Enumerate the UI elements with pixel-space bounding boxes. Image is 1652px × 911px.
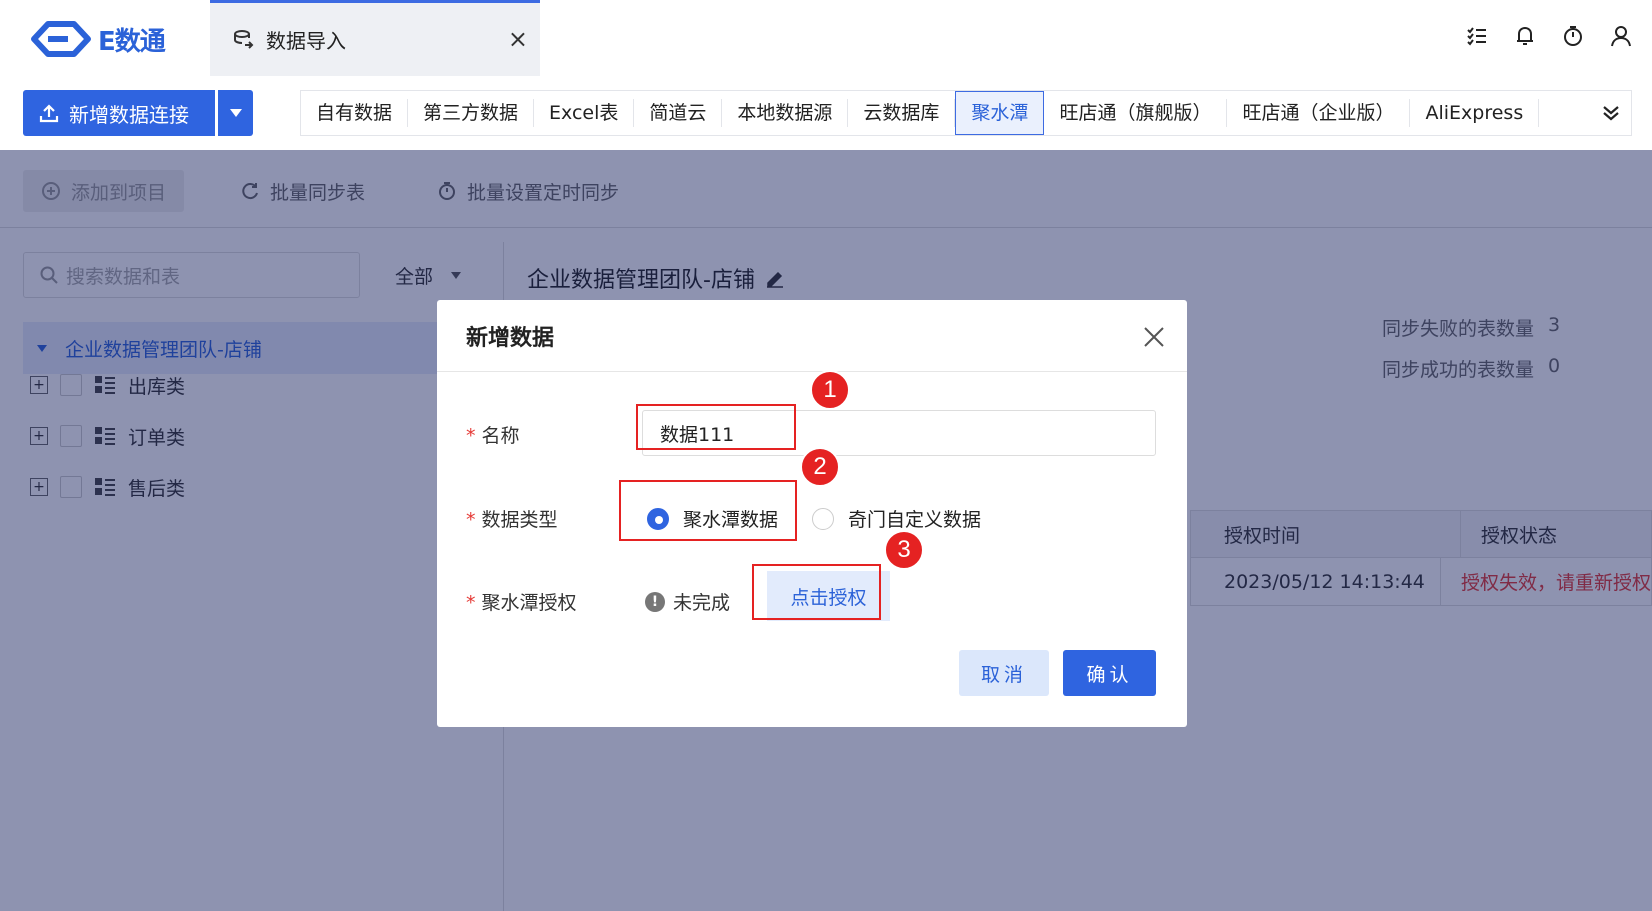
source-bar: 新增数据连接 自有数据 第三方数据 Excel表 简道云 本地数据源 云数据库 … (0, 76, 1652, 150)
close-icon[interactable] (1141, 324, 1167, 350)
auth-status: ! 未完成 (645, 588, 730, 615)
brand-name: E数通 (98, 26, 166, 57)
step-badge: 1 (810, 370, 850, 410)
auth-status-text: 未完成 (673, 592, 731, 614)
radio-qimen-custom-data[interactable]: 奇门自定义数据 (812, 505, 981, 532)
required-mark: * (466, 425, 476, 447)
type-label: * 数据类型 (466, 505, 558, 532)
tab-jiandaoyun[interactable]: 简道云 (634, 99, 723, 127)
auth-label: * 聚水潭授权 (466, 588, 577, 615)
tab-cloud-db[interactable]: 云数据库 (848, 99, 956, 127)
database-sync-icon (234, 29, 254, 49)
tab-label: 数据导入 (266, 29, 346, 53)
radio-label: 奇门自定义数据 (848, 509, 982, 531)
app-logo[interactable]: E数通 (30, 20, 166, 58)
double-chevron-down-icon (1603, 106, 1619, 121)
auth-label-text: 聚水潭授权 (481, 592, 577, 614)
tab-wangdiantong-enterprise[interactable]: 旺店通（企业版） (1227, 99, 1411, 127)
highlight-box (752, 564, 881, 620)
tab-third-party[interactable]: 第三方数据 (408, 99, 535, 127)
confirm-button[interactable]: 确认 (1063, 650, 1156, 696)
tab-data-import[interactable]: 数据导入 × (210, 0, 540, 76)
required-mark: * (466, 592, 476, 614)
tab-own-data[interactable]: 自有数据 (301, 99, 409, 127)
tab-aliexpress[interactable]: AliExpress (1410, 99, 1540, 127)
radio-unselected[interactable] (812, 507, 834, 530)
more-tabs-button[interactable] (1591, 91, 1631, 135)
tab-excel[interactable]: Excel表 (534, 99, 635, 127)
exclamation-icon: ! (645, 591, 665, 612)
add-data-dialog: 新增数据 * 名称 数据111 * 数据类型 聚水潭数据 奇门自定义数据 * 聚水潭授… (437, 300, 1187, 727)
top-actions (1466, 24, 1632, 48)
logo-icon (31, 21, 91, 57)
type-label-text: 数据类型 (481, 509, 558, 531)
required-mark: * (466, 509, 476, 531)
dialog-title: 新增数据 (437, 300, 1187, 372)
cancel-button[interactable]: 取消 (959, 650, 1049, 696)
caret-down-icon (229, 109, 242, 117)
new-connection-dropdown[interactable] (218, 90, 253, 136)
upload-icon (39, 104, 59, 123)
bell-icon[interactable] (1514, 24, 1536, 48)
name-label: * 名称 (466, 421, 520, 448)
top-bar: E数通 数据导入 × (0, 0, 1652, 76)
tab-wangdiantong-flagship[interactable]: 旺店通（旗舰版） (1044, 99, 1228, 127)
source-tabs: 自有数据 第三方数据 Excel表 简道云 本地数据源 云数据库 聚水潭 旺店通… (300, 90, 1632, 136)
tab-local-source[interactable]: 本地数据源 (722, 99, 849, 127)
highlight-box (636, 404, 796, 450)
step-badge: 2 (800, 447, 840, 487)
name-label-text: 名称 (481, 425, 520, 447)
tab-jushuitan[interactable]: 聚水潭 (955, 91, 1045, 135)
stopwatch-icon[interactable] (1562, 24, 1584, 48)
highlight-box (619, 480, 797, 541)
user-icon[interactable] (1610, 24, 1632, 48)
step-badge: 3 (884, 530, 924, 570)
task-list-icon[interactable] (1466, 24, 1488, 48)
new-connection-button[interactable]: 新增数据连接 (23, 90, 215, 136)
new-connection-label: 新增数据连接 (69, 102, 189, 127)
tab-close-icon[interactable]: × (508, 25, 528, 53)
